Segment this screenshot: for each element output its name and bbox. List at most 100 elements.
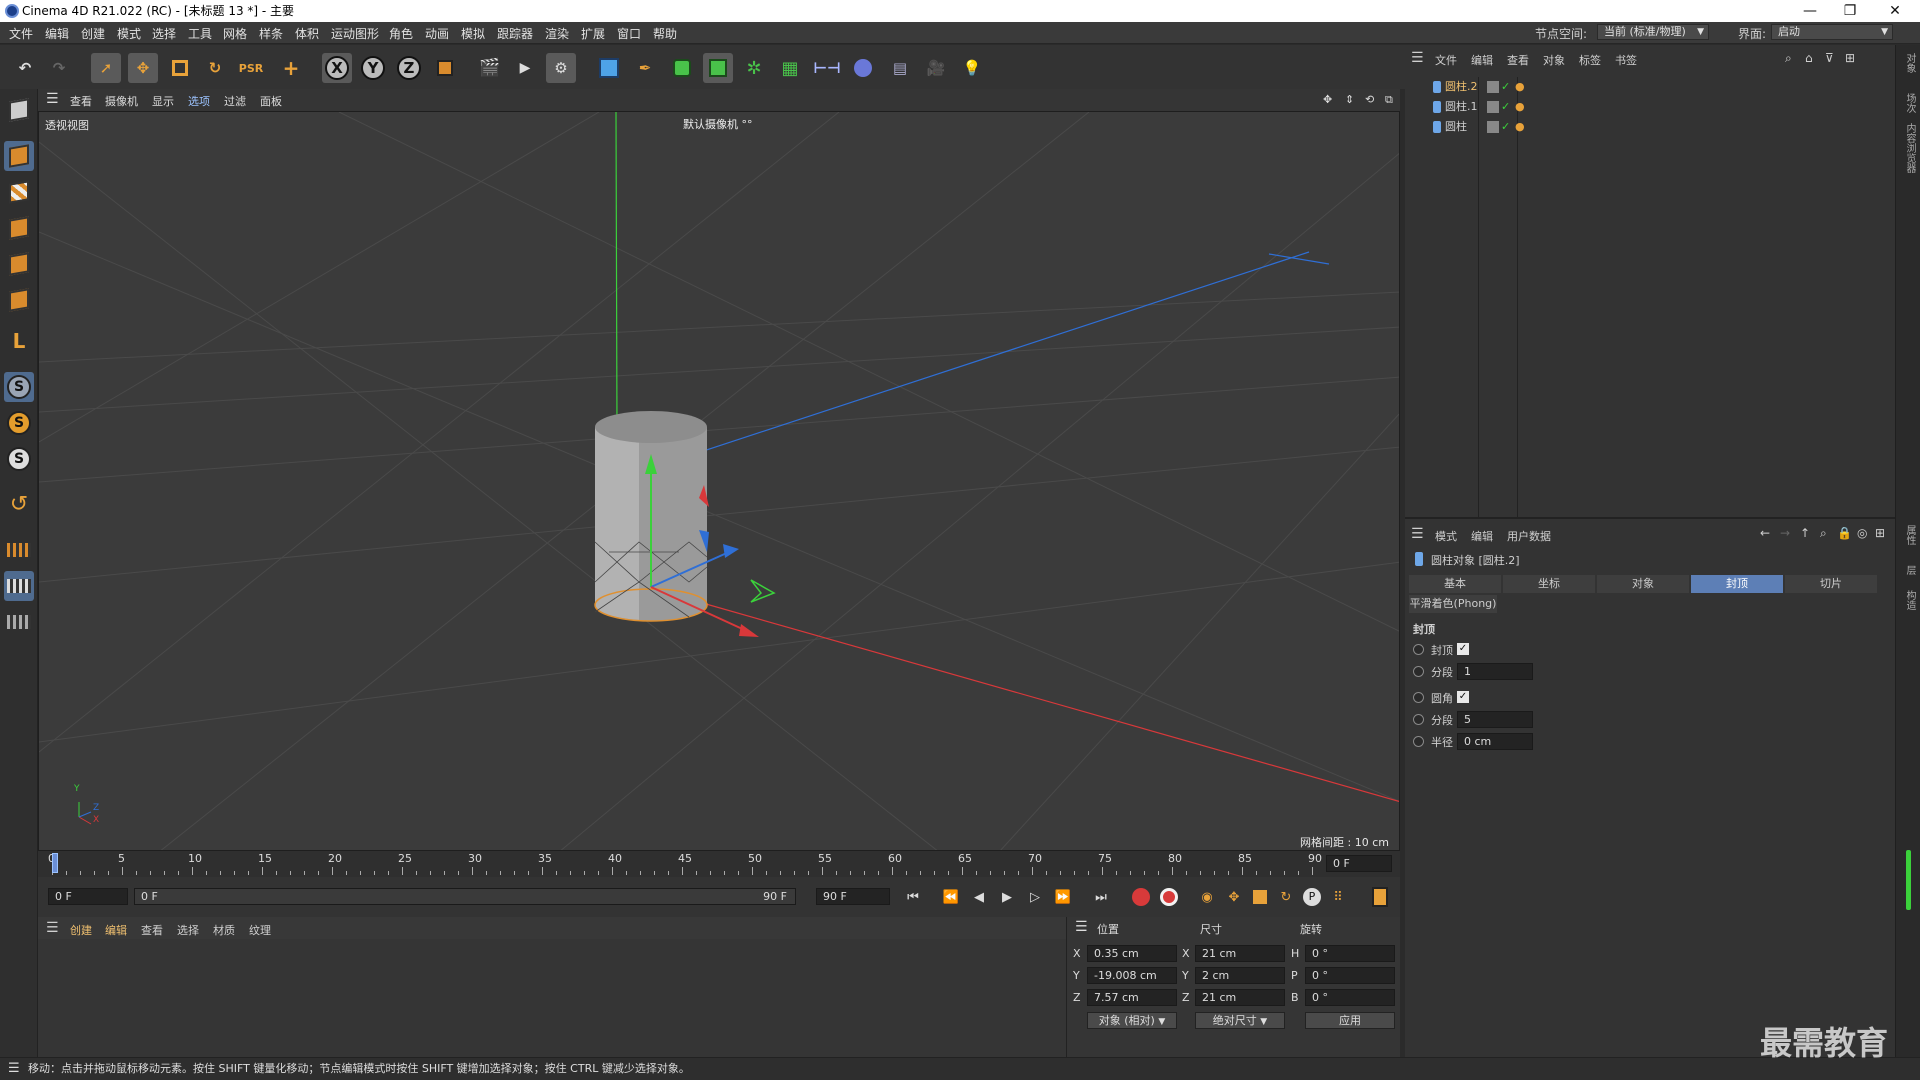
planar-workplane-icon[interactable] [4,607,34,637]
am-menu-mode[interactable]: 模式 [1435,528,1457,544]
material-menu-create[interactable]: 创建 [70,922,92,938]
menu-character[interactable]: 角色 [389,25,413,42]
rot-b-field[interactable]: 0 ° [1305,989,1395,1006]
preview-range-slider[interactable]: 0 F 90 F [134,888,796,905]
camera-label[interactable]: 默认摄像机 °° [683,116,753,132]
snap-settings-icon[interactable]: S [4,408,34,438]
object-name[interactable]: 圆柱.2 [1445,77,1478,97]
hamburger-icon[interactable]: ☰ [1411,50,1424,66]
am-menu-edit[interactable]: 编辑 [1471,528,1493,544]
cloner-icon[interactable]: ✲ [739,53,769,83]
menu-render[interactable]: 渲染 [545,25,569,42]
previous-key-icon[interactable]: ⏪ [940,886,962,908]
om-menu-tags[interactable]: 标签 [1579,52,1601,68]
caps-checkbox[interactable]: ✓ [1457,643,1469,655]
start-frame-field[interactable]: 0 F [48,888,128,905]
animate-param-icon[interactable] [1413,714,1424,725]
object-name[interactable]: 圆柱 [1445,117,1467,137]
object-name[interactable]: 圆柱.1 [1445,97,1478,117]
menu-select[interactable]: 选择 [152,25,176,42]
pen-spline-icon[interactable]: ✒ [630,53,660,83]
menu-extensions[interactable]: 扩展 [581,25,605,42]
model-mode-icon[interactable] [4,141,34,171]
cube-primitive-icon[interactable] [594,53,624,83]
orbit-view-icon[interactable]: ⟲ [1365,93,1374,106]
rot-p-field[interactable]: 0 ° [1305,967,1395,984]
add-tool-icon[interactable]: + [276,53,306,83]
forward-arrow-icon[interactable]: → [1780,526,1790,540]
fillet-segments-field[interactable]: 5 [1457,711,1533,728]
enabled-check-icon[interactable]: ✓ [1501,117,1510,137]
extrude-generator-icon[interactable] [703,53,733,83]
layer-icon[interactable] [1487,101,1499,113]
autokeying-icon[interactable] [1158,886,1180,908]
key-parameter-icon[interactable]: P [1301,886,1323,908]
next-frame-icon[interactable]: ▷ [1024,886,1046,908]
material-manager[interactable]: ☰ 创建 编辑 查看 选择 材质 纹理 [38,917,1066,1057]
texture-mode-icon[interactable] [4,177,34,207]
x-axis-lock-icon[interactable]: X [322,53,352,83]
animate-param-icon[interactable] [1413,666,1424,677]
enabled-check-icon[interactable]: ✓ [1501,77,1510,97]
search-icon[interactable]: ⌕ [1785,51,1792,66]
tab-layers[interactable]: 层 [1902,565,1917,575]
magnet-icon[interactable]: ↺ [4,489,34,519]
hamburger-icon[interactable]: ☰ [1411,526,1424,542]
minimize-button[interactable]: — [1790,0,1830,22]
animate-param-icon[interactable] [1413,692,1424,703]
tab-construct[interactable]: 构造 [1902,590,1917,610]
animate-param-icon[interactable] [1413,736,1424,747]
record-active-objects-icon[interactable] [1130,886,1152,908]
object-row-cylinder-2[interactable]: 圆柱.2 ✓ ● [1415,77,1895,97]
locked-workplane-icon[interactable] [4,571,34,601]
hamburger-icon[interactable]: ☰ [46,91,59,107]
phong-tag-icon[interactable]: ● [1515,117,1525,137]
go-to-end-icon[interactable]: ⏭ [1090,886,1112,908]
pos-x-field[interactable]: 0.35 cm [1087,945,1177,962]
workplane-snap-icon[interactable]: S [4,444,34,474]
material-menu-select[interactable]: 选择 [177,922,199,938]
tab-objects[interactable]: 对象 [1902,53,1917,73]
menu-animate[interactable]: 动画 [425,25,449,42]
z-axis-lock-icon[interactable]: Z [394,53,424,83]
om-menu-objects[interactable]: 对象 [1543,52,1565,68]
om-menu-edit[interactable]: 编辑 [1471,52,1493,68]
make-editable-icon[interactable] [4,95,34,125]
coordinate-mode-dropdown[interactable]: 对象 (相对) ▼ [1087,1012,1177,1029]
tab-caps[interactable]: 封顶 [1691,575,1783,593]
render-picture-viewer-icon[interactable]: ▶ [510,53,540,83]
viewport-menu-options[interactable]: 选项 [188,93,210,109]
y-axis-lock-icon[interactable]: Y [358,53,388,83]
deformer-icon[interactable]: ⊢⊣ [812,53,842,83]
subdivision-surface-icon[interactable] [667,53,697,83]
next-key-icon[interactable]: ⏩ [1052,886,1074,908]
menu-mode[interactable]: 模式 [117,25,141,42]
coordinate-system-icon[interactable] [430,53,460,83]
tab-takes[interactable]: 场次 [1902,93,1917,113]
enabled-check-icon[interactable]: ✓ [1501,97,1510,117]
om-menu-file[interactable]: 文件 [1435,52,1457,68]
recent-tools-icon[interactable]: PSR [236,53,266,83]
size-mode-dropdown[interactable]: 绝对尺寸 ▼ [1195,1012,1285,1029]
keyframe-selection-icon[interactable]: ◉ [1196,886,1218,908]
maximize-view-icon[interactable]: ⧉ [1385,93,1393,107]
edge-mode-icon[interactable] [4,249,34,279]
menu-file[interactable]: 文件 [9,25,33,42]
material-menu-view[interactable]: 查看 [141,922,163,938]
field-icon[interactable] [848,53,878,83]
object-row-cylinder[interactable]: 圆柱 ✓ ● [1415,117,1895,137]
tab-object[interactable]: 对象 [1597,575,1689,593]
rotate-tool-icon[interactable]: ↻ [200,53,230,83]
layer-icon[interactable] [1487,81,1499,93]
am-menu-user-data[interactable]: 用户数据 [1507,528,1551,544]
hamburger-icon[interactable]: ☰ [8,1058,20,1080]
menu-mesh[interactable]: 网格 [223,25,247,42]
go-to-start-icon[interactable]: ⏮ [902,886,924,908]
menu-create[interactable]: 创建 [81,25,105,42]
viewport-menu-view[interactable]: 查看 [70,93,92,109]
live-selection-icon[interactable]: ➚ [91,53,121,83]
viewport-menu-filter[interactable]: 过滤 [224,93,246,109]
key-pla-icon[interactable]: ⠿ [1327,886,1349,908]
menu-help[interactable]: 帮助 [653,25,677,42]
perspective-viewport[interactable]: 透视视图 默认摄像机 °° 网格间距 : 10 cm Y Z X [38,111,1400,851]
